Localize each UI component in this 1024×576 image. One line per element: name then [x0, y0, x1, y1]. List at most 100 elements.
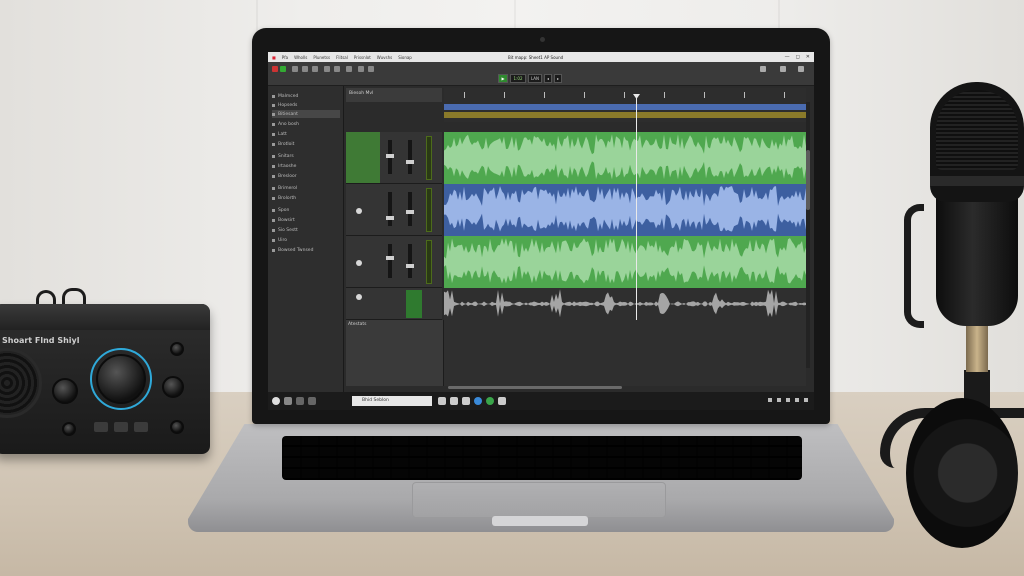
sidebar-item[interactable]: Malmced: [272, 92, 340, 100]
mute-tool-icon[interactable]: [346, 66, 352, 72]
audio-clip-dark[interactable]: [444, 288, 806, 320]
track-knob[interactable]: [356, 208, 362, 214]
mic-grille: [936, 90, 1018, 170]
playhead[interactable]: [636, 96, 637, 326]
mic-body: [936, 186, 1018, 326]
lower-panel-sidebar: [346, 320, 444, 386]
timeline-ruler[interactable]: [444, 88, 806, 122]
sidebar-item[interactable]: Brimerol: [272, 184, 340, 192]
sidebar-item[interactable]: Hopseds: [272, 101, 340, 109]
play-button[interactable]: ▶: [498, 74, 508, 83]
sidebar-item[interactable]: Brotloit: [272, 140, 340, 148]
menu-item[interactable]: Prissnlot: [354, 55, 371, 60]
tray-icon[interactable]: [777, 398, 781, 402]
track-header-3[interactable]: [346, 236, 442, 288]
menu-item[interactable]: Pfa: [282, 55, 288, 60]
tempo-up-button[interactable]: ▸: [554, 74, 562, 83]
folder-icon: [272, 154, 275, 158]
snap-icon[interactable]: [358, 66, 364, 72]
daw-app-icon[interactable]: [486, 397, 494, 405]
app-icon[interactable]: [296, 397, 304, 405]
menu-item[interactable]: Plunetss: [313, 55, 330, 60]
pan-fader[interactable]: [406, 192, 414, 226]
tool-icon[interactable]: [280, 66, 286, 72]
track-header-1[interactable]: [346, 132, 442, 184]
maximize-button[interactable]: ◻: [796, 54, 800, 60]
speaker-cone: [0, 348, 42, 418]
keyboard: [282, 436, 802, 480]
vertical-scrollbar-thumb[interactable]: [806, 150, 810, 210]
menu-item[interactable]: Sionap: [398, 55, 412, 60]
volume-fader[interactable]: [386, 244, 394, 278]
volume-fader[interactable]: [386, 140, 394, 174]
transport-bar: ▶ 1:02 LAN ◂ ▸: [498, 74, 562, 83]
browser-icon[interactable]: [474, 397, 482, 405]
sidebar-item[interactable]: Brolorth: [272, 194, 340, 202]
sidebar-item[interactable]: Uiro: [272, 236, 340, 244]
glue-icon[interactable]: [334, 66, 340, 72]
start-icon[interactable]: [272, 397, 280, 405]
sidebar-item[interactable]: Bresloor: [272, 172, 340, 180]
app-icon[interactable]: [438, 397, 446, 405]
sidebar-item[interactable]: Irtaoshe: [272, 162, 340, 170]
tray-icon[interactable]: [786, 398, 790, 402]
sidebar-item-selected[interactable]: Bitiesant: [272, 110, 340, 118]
cursor-icon[interactable]: [292, 66, 298, 72]
pan-fader[interactable]: [406, 244, 414, 278]
tray-icon[interactable]: [795, 398, 799, 402]
audio-clip-green[interactable]: [444, 236, 806, 288]
knob: [62, 422, 76, 436]
menu-item[interactable]: Flitsal: [336, 55, 348, 60]
toolbar: ▶ 1:02 LAN ◂ ▸: [268, 62, 814, 86]
menu-item[interactable]: Wuvshs: [377, 55, 392, 60]
automation-track[interactable]: [444, 112, 806, 118]
app-icon[interactable]: [498, 397, 506, 405]
mic-mount: [904, 204, 924, 328]
tray-icon[interactable]: [768, 398, 772, 402]
laptop-notch: [492, 516, 588, 526]
waveform: [444, 289, 806, 318]
grid-icon[interactable]: [368, 66, 374, 72]
browser-icon[interactable]: [798, 66, 804, 72]
scissors-icon[interactable]: [312, 66, 318, 72]
vertical-scrollbar[interactable]: [806, 102, 810, 368]
zoom-icon[interactable]: [324, 66, 330, 72]
sidebar-item[interactable]: Bowsirt: [272, 216, 340, 224]
horizontal-scrollbar[interactable]: [448, 386, 622, 389]
pan-fader[interactable]: [406, 140, 414, 174]
close-button[interactable]: ✕: [806, 54, 810, 60]
record-arm-button[interactable]: [406, 290, 422, 318]
tray-icon[interactable]: [804, 398, 808, 402]
audio-clip-green[interactable]: [444, 132, 806, 184]
minimize-button[interactable]: —: [785, 54, 790, 60]
menu-item[interactable]: Wholls: [294, 55, 307, 60]
tempo-down-button[interactable]: ◂: [544, 74, 552, 83]
sidebar-item[interactable]: Bowsed Twnsed: [272, 246, 340, 254]
app-icon[interactable]: [462, 397, 470, 405]
volume-fader[interactable]: [386, 192, 394, 226]
record-icon[interactable]: [272, 66, 278, 72]
laptop-screen: ■ Pfa Wholls Plunetss Flitsal Prissnlot …: [268, 52, 814, 410]
track-knob[interactable]: [356, 260, 362, 266]
sidebar-item[interactable]: Ano bosh: [272, 120, 340, 128]
editor-icon[interactable]: [780, 66, 786, 72]
track-header-2[interactable]: [346, 184, 442, 236]
app-icon[interactable]: [308, 397, 316, 405]
mixer-icon[interactable]: [760, 66, 766, 72]
marker-track[interactable]: [444, 104, 806, 110]
track-header-4[interactable]: [346, 288, 442, 320]
sidebar-item[interactable]: Spon: [272, 206, 340, 214]
sidebar-item[interactable]: Snitars: [272, 152, 340, 160]
knob: [170, 342, 184, 356]
track-knob[interactable]: [356, 294, 362, 300]
task-view-icon[interactable]: [284, 397, 292, 405]
folder-icon: [272, 94, 275, 98]
mode-display[interactable]: LAN: [528, 74, 542, 83]
folder-icon: [272, 142, 275, 146]
sidebar-item[interactable]: Latt: [272, 130, 340, 138]
app-icon[interactable]: [450, 397, 458, 405]
pencil-icon[interactable]: [302, 66, 308, 72]
audio-clip-blue[interactable]: [444, 184, 806, 236]
sidebar-item[interactable]: Sio Sestt: [272, 226, 340, 234]
search-box[interactable]: Bhid Seblon: [352, 396, 432, 406]
